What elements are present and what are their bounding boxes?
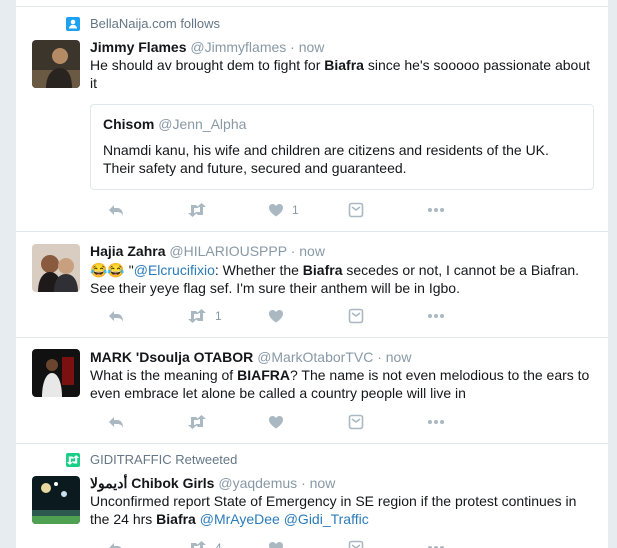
direct-message-icon — [348, 308, 364, 324]
like-count: 1 — [292, 203, 299, 217]
retweet-button[interactable] — [187, 412, 207, 432]
more-icon — [428, 314, 444, 318]
highlighted-term: Biafra — [302, 262, 343, 278]
text-part: What is the meaning of — [90, 367, 238, 383]
more-button[interactable] — [427, 306, 445, 326]
separator-dot: · — [301, 475, 306, 491]
timestamp[interactable]: now — [310, 475, 336, 491]
text-part: He should av brought dem to fight for — [90, 57, 325, 73]
retweet-button[interactable] — [187, 200, 207, 220]
display-name[interactable]: Jimmy Flames — [90, 39, 187, 55]
avatar[interactable] — [32, 40, 80, 88]
avatar[interactable] — [32, 349, 80, 397]
avatar[interactable] — [32, 244, 80, 292]
mention-link[interactable]: @Gidi_Traffic — [284, 511, 369, 527]
reply-icon — [109, 417, 123, 428]
separator-dot: · — [290, 39, 295, 55]
tweet-context: GIDITRAFFIC Retweeted — [66, 452, 237, 468]
text-part: " — [124, 262, 134, 278]
quoted-tweet[interactable]: Chisom @Jenn_Alpha Nnamdi kanu, his wife… — [90, 104, 594, 190]
highlighted-term: Biafra — [156, 511, 196, 527]
retweet-icon — [191, 541, 206, 548]
display-name[interactable]: أديمولا Chibok Girls — [90, 475, 214, 491]
reply-icon — [109, 543, 122, 548]
tweet-text: He should av brought dem to fight for Bi… — [90, 56, 596, 92]
reply-button[interactable] — [108, 538, 124, 548]
timestamp[interactable]: now — [299, 243, 325, 259]
separator-dot: · — [290, 243, 296, 259]
divider — [16, 6, 608, 7]
divider — [16, 337, 608, 338]
direct-message-icon — [348, 414, 364, 430]
text-part: : Whether the — [214, 262, 303, 278]
heart-icon — [269, 416, 283, 429]
dm-button[interactable] — [348, 306, 364, 326]
heart-icon — [269, 310, 283, 323]
reply-icon — [109, 205, 123, 216]
tweet-header: أديمولا Chibok Girls @yaqdemus · now — [90, 474, 335, 492]
like-button[interactable] — [268, 412, 284, 432]
screen-name[interactable]: @yaqdemus — [218, 475, 297, 491]
tweet-text: Unconfirmed report State of Emergency in… — [90, 492, 596, 528]
dm-button[interactable] — [348, 412, 364, 432]
reply-icon — [109, 311, 123, 322]
timeline: BellaNaija.com follows Jimmy Flames @Jim… — [16, 0, 608, 548]
reply-button[interactable] — [108, 306, 124, 326]
avatar[interactable] — [32, 476, 80, 524]
tweet-context: BellaNaija.com follows — [66, 16, 220, 32]
display-name[interactable]: MARK 'Dsoulja OTABOR — [90, 349, 253, 365]
more-button[interactable] — [427, 200, 445, 220]
quoted-display-name: Chisom — [103, 116, 155, 132]
more-button[interactable] — [427, 538, 445, 548]
tweet-text: What is the meaning of BIAFRA? The name … — [90, 366, 596, 402]
timestamp[interactable]: now — [299, 39, 325, 55]
more-button[interactable] — [427, 412, 445, 432]
screen-name[interactable]: @MarkOtaborTVC — [257, 349, 373, 365]
separator-dot: · — [377, 349, 382, 365]
more-icon — [428, 208, 444, 212]
tweet-header: Hajia Zahra @HILARIOUSPPP · now — [90, 242, 325, 260]
dm-button[interactable] — [348, 538, 364, 548]
more-icon — [428, 546, 444, 548]
mention-link[interactable]: @Elcrucifixio — [134, 262, 215, 278]
reply-button[interactable] — [108, 412, 124, 432]
tweet-header: Jimmy Flames @Jimmyflames · now — [90, 38, 324, 56]
retweet-icon — [188, 203, 206, 217]
quoted-tweet-header: Chisom @Jenn_Alpha — [103, 115, 581, 133]
heart-icon — [269, 204, 283, 217]
direct-message-icon — [348, 540, 364, 548]
tweet-text: 😂😂 "@Elcrucifixio: Whether the Biafra se… — [90, 261, 596, 297]
heart-icon — [269, 542, 283, 548]
context-link[interactable]: GIDITRAFFIC Retweeted — [90, 452, 237, 467]
highlighted-term: BIAFRA — [237, 367, 290, 383]
context-link[interactable]: BellaNaija.com follows — [90, 16, 220, 31]
mention-link[interactable]: @MrAyeDee — [200, 511, 280, 527]
like-button[interactable]: 1 — [268, 200, 299, 220]
retweet-count: 1 — [215, 309, 222, 323]
screen-name[interactable]: @Jimmyflames — [190, 39, 286, 55]
timestamp[interactable]: now — [386, 349, 412, 365]
more-icon — [428, 420, 444, 424]
emoji: 😂😂 — [90, 262, 125, 278]
retweet-icon — [188, 415, 206, 429]
like-button[interactable] — [268, 538, 284, 548]
quoted-screen-name: @Jenn_Alpha — [158, 116, 247, 132]
reply-button[interactable] — [108, 200, 124, 220]
divider — [16, 231, 608, 232]
display-name[interactable]: Hajia Zahra — [90, 243, 165, 259]
retweet-icon — [188, 309, 206, 323]
retweet-button[interactable]: 1 — [187, 306, 222, 326]
direct-message-icon — [348, 202, 364, 218]
screen-name[interactable]: @HILARIOUSPPP — [169, 243, 286, 259]
divider — [16, 443, 608, 444]
person-icon — [66, 17, 80, 31]
highlighted-term: Biafra — [324, 57, 364, 73]
dm-button[interactable] — [348, 200, 364, 220]
retweet-icon — [66, 453, 80, 467]
retweet-button[interactable]: 4 — [187, 538, 222, 548]
quoted-tweet-text: Nnamdi kanu, his wife and children are c… — [103, 142, 549, 176]
retweet-count: 4 — [215, 541, 222, 548]
like-button[interactable] — [268, 306, 284, 326]
tweet-header: MARK 'Dsoulja OTABOR @MarkOtaborTVC · no… — [90, 348, 411, 366]
